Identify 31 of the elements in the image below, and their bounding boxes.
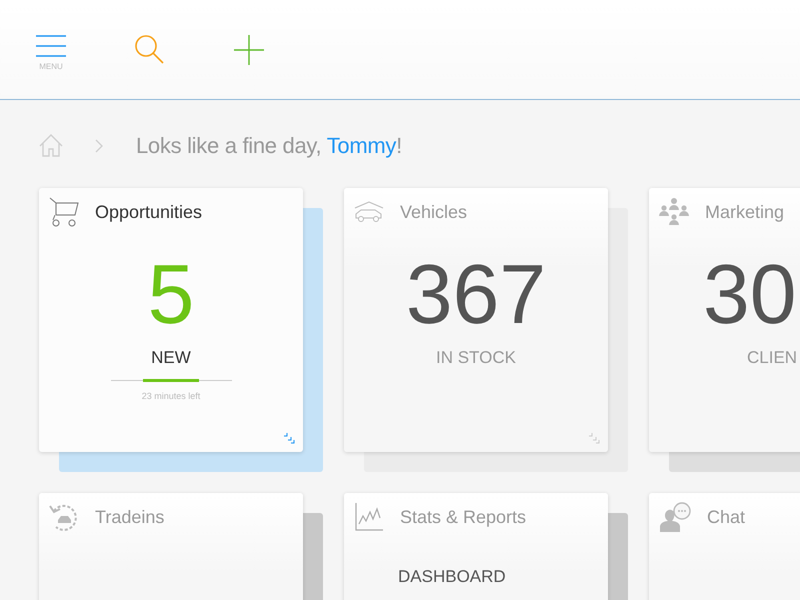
count-label: CLIEN xyxy=(747,348,798,368)
count-value: 30 xyxy=(703,246,796,342)
dashboard-card[interactable]: Stats & Reports DASHBOARD xyxy=(344,493,608,600)
add-icon[interactable] xyxy=(233,34,265,66)
greeting-text: Loks like a fine day, Tommy! xyxy=(136,133,402,159)
resize-icon[interactable] xyxy=(283,432,295,444)
card-title: Chat xyxy=(707,506,746,528)
cart-icon xyxy=(49,197,79,227)
home-icon[interactable] xyxy=(38,133,64,159)
people-icon xyxy=(659,197,689,227)
card-title: Vehicles xyxy=(400,202,468,222)
card-title: Opportunities xyxy=(95,202,202,222)
count-value: 367 xyxy=(406,246,546,342)
count-label: NEW xyxy=(151,348,191,368)
count-value: 5 xyxy=(148,246,194,342)
menu-icon xyxy=(35,34,67,58)
chevron-icon xyxy=(94,138,104,154)
chart-icon xyxy=(354,502,384,532)
chat-user-icon xyxy=(659,502,691,532)
dashboard-card[interactable]: Vehicles 367 IN STOCK xyxy=(344,188,608,452)
trade-in-icon xyxy=(49,502,79,532)
time-left-text: 23 minutes left xyxy=(142,391,200,401)
car-icon xyxy=(354,201,384,223)
dashboard-card[interactable]: Marketing 30 CLIEN xyxy=(649,188,800,452)
card-title: Stats & Reports xyxy=(400,506,526,528)
resize-icon[interactable] xyxy=(588,432,600,444)
dashboard-link[interactable]: DASHBOARD xyxy=(398,567,506,587)
card-title: Tradeins xyxy=(95,506,164,528)
card-title: Marketing xyxy=(705,202,784,222)
count-label: IN STOCK xyxy=(436,348,516,368)
dashboard-card[interactable]: Opportunities 5 NEW 23 minutes left xyxy=(39,188,303,452)
